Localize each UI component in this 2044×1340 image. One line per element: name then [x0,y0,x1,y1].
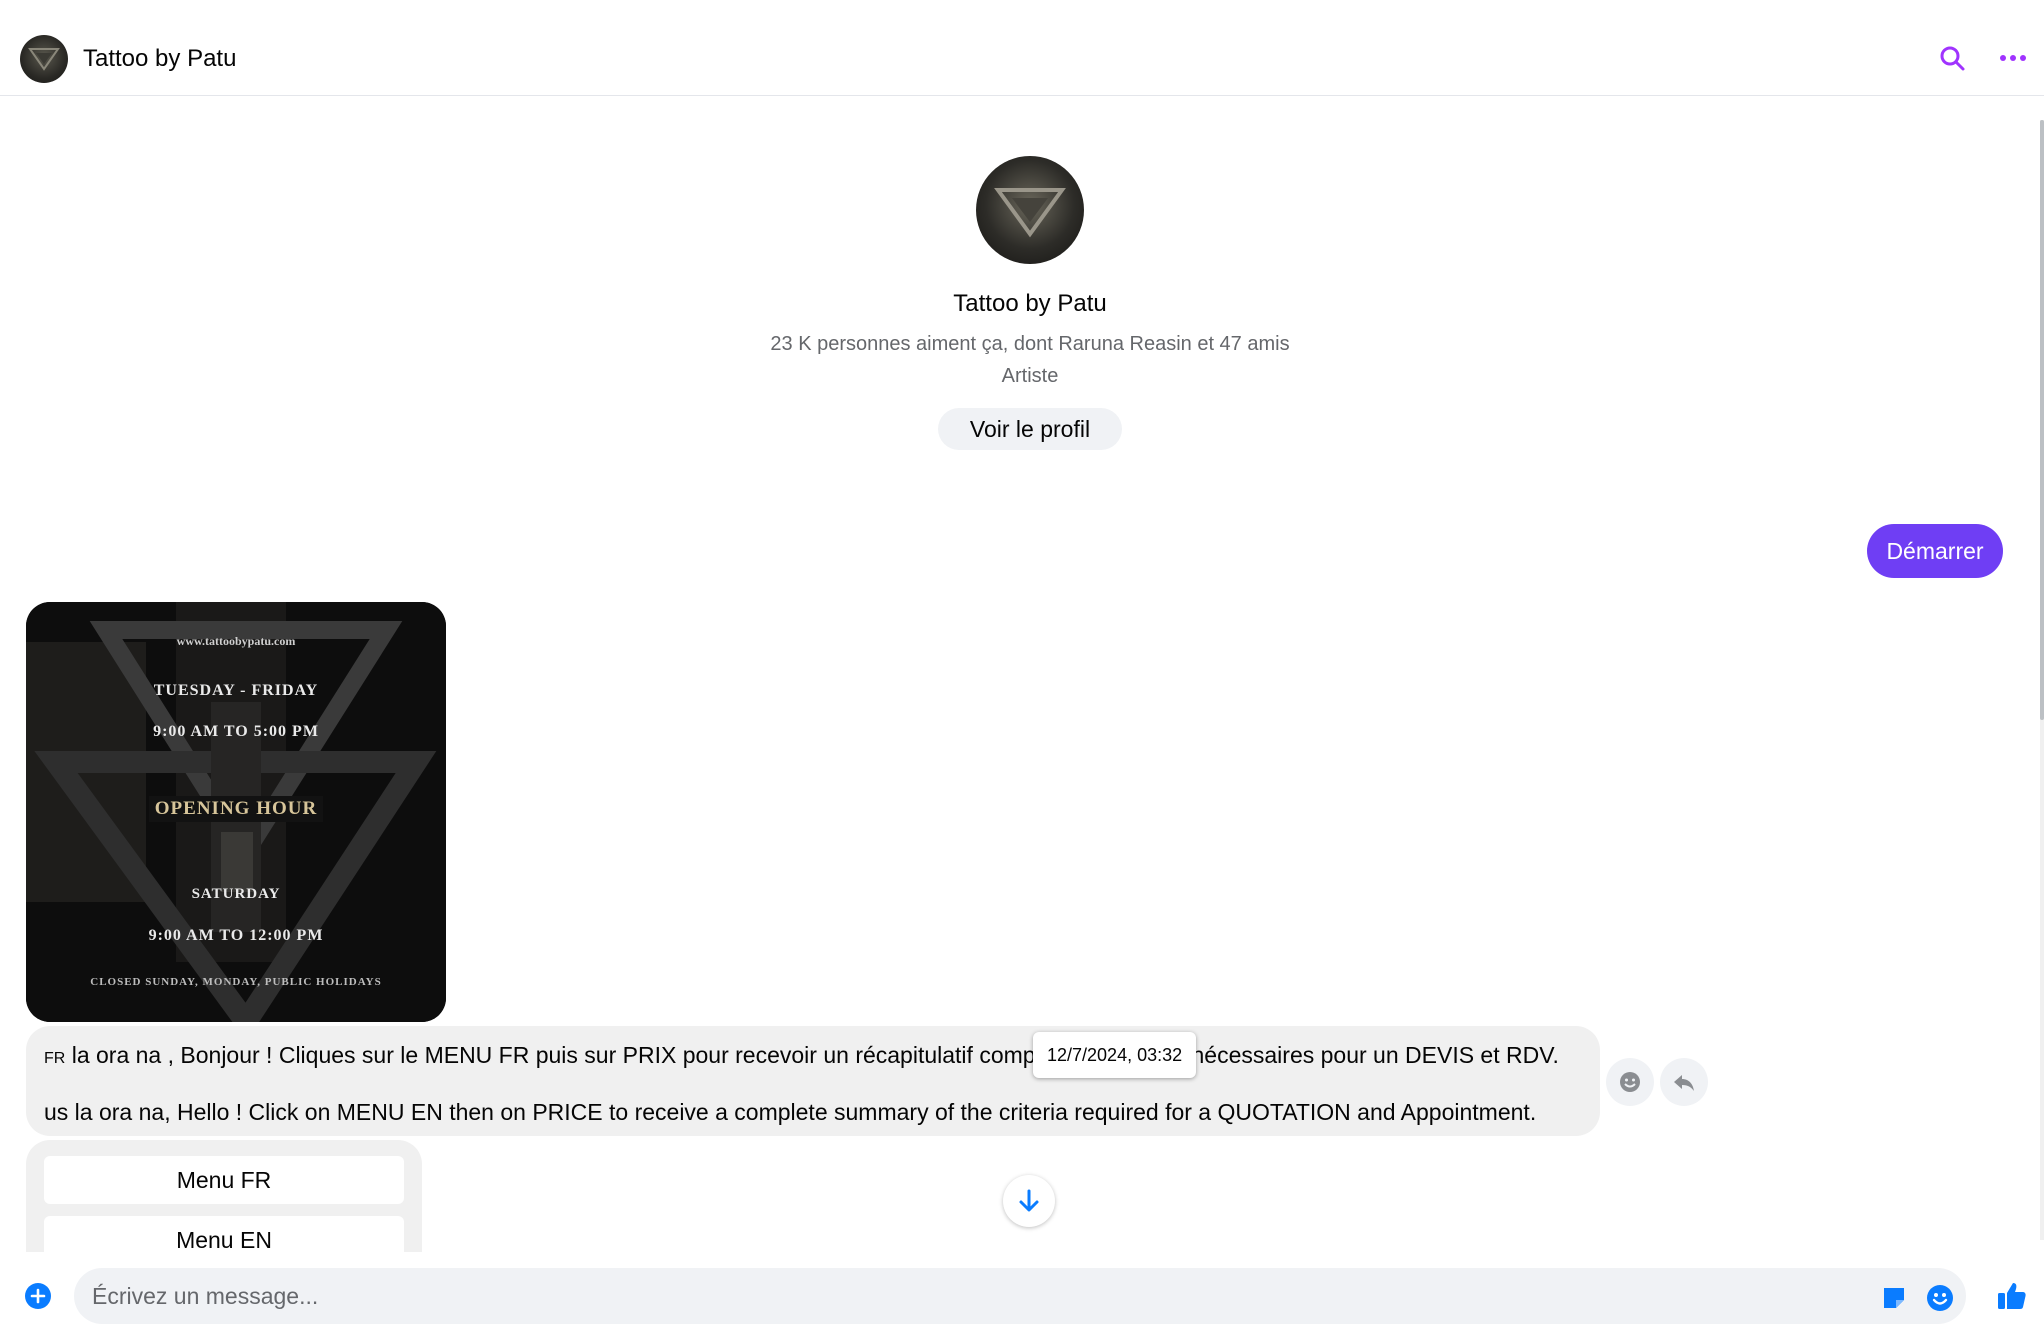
conversation-title[interactable]: Tattoo by Patu [83,43,236,75]
more-options-icon[interactable] [1998,44,2028,72]
image-opening-title: OPENING HOUR [26,796,446,822]
image-closed-days-text: CLOSED SUNDAY, MONDAY, PUBLIC HOLIDAYS [90,976,382,988]
image-saturday-hours-text: 9:00 AM TO 12:00 PM [148,927,324,944]
image-opening-label: OPENING HOUR [148,796,324,822]
outgoing-message-bubble[interactable]: Démarrer [1867,524,2003,578]
profile-name: Tattoo by Patu [953,290,1107,317]
message-input-container[interactable] [74,1268,1966,1324]
search-icon[interactable] [1938,44,1966,72]
message-line-en: us la ora na, Hello ! Click on MENU EN t… [44,1099,1537,1125]
smiley-icon [1620,1072,1640,1092]
message-fr-prefix: FR [44,1050,66,1067]
message-fr-text: la ora na , Bonjour ! Cliques sur le MEN… [65,1042,1559,1068]
scrollbar-thumb[interactable] [2040,120,2044,720]
conversation-header: Tattoo by Patu [0,0,2044,96]
image-weekdays-text: TUESDAY - FRIDAY [153,682,319,699]
message-input[interactable] [92,1268,1852,1324]
view-profile-button[interactable]: Voir le profil [938,408,1122,450]
profile-category: Artiste [1001,365,1059,387]
sticker-icon[interactable] [1880,1284,1908,1312]
message-composer [0,1252,2044,1340]
profile-likes: 23 K personnes aiment ça, dont Raruna Re… [770,333,1290,355]
incoming-message-bubble[interactable]: FR la ora na , Bonjour ! Cliques sur le … [26,1026,1600,1136]
message-line-fr: FR la ora na , Bonjour ! Cliques sur le … [44,1040,1559,1074]
emoji-icon[interactable] [1926,1284,1954,1312]
image-weekday-hours-text: 9:00 AM TO 5:00 PM [153,723,319,740]
menu-fr-button[interactable]: Menu FR [44,1156,404,1204]
page-avatar[interactable] [20,35,68,83]
reply-icon [1674,1075,1694,1091]
reply-button[interactable] [1660,1058,1708,1106]
image-website-text: www.tattoobypatu.com [176,634,296,648]
message-timestamp-tooltip: 12/7/2024, 03:32 [1033,1032,1197,1078]
opening-hours-image[interactable]: www.tattoobypatu.com TUESDAY - FRIDAY 9:… [26,602,446,1022]
plus-icon[interactable] [24,1282,52,1310]
profile-avatar [976,156,1084,264]
scroll-to-bottom-button[interactable] [1003,1175,1055,1227]
react-button[interactable] [1606,1058,1654,1106]
image-saturday-text: SATURDAY [191,886,281,902]
thumbs-up-icon[interactable] [1996,1280,2028,1312]
arrow-down-icon [1019,1189,1039,1212]
